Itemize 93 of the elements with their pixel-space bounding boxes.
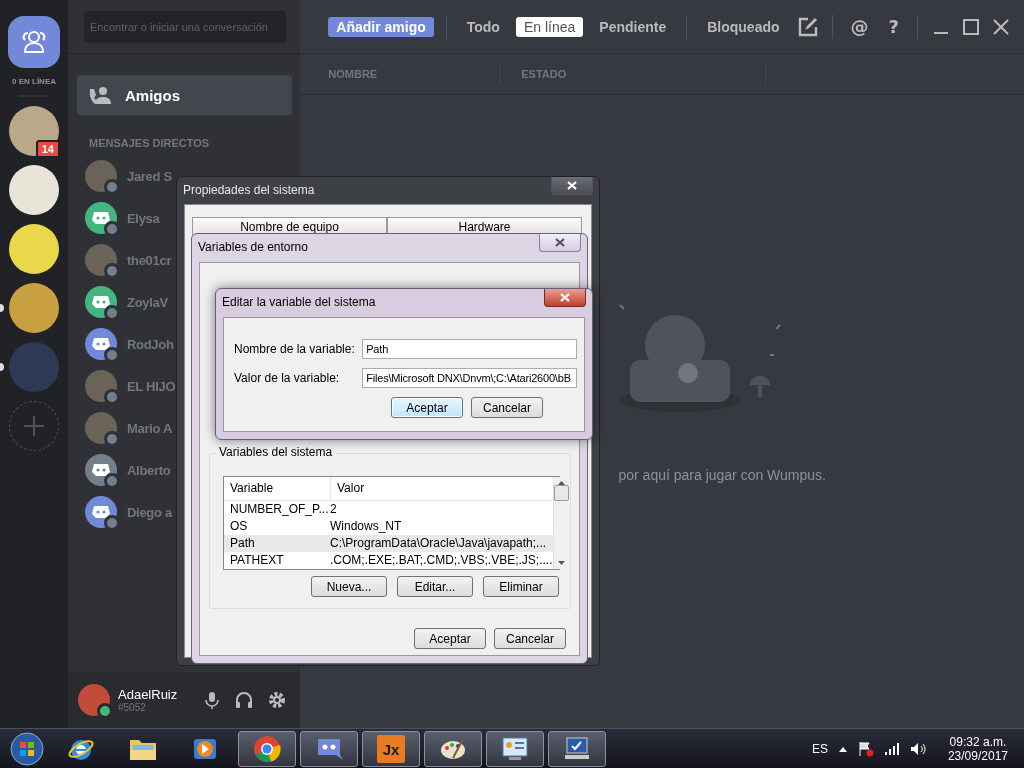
field-label: Nombre de la variable: [234, 342, 356, 356]
taskbar-button[interactable] [238, 731, 296, 767]
avatar [85, 370, 117, 402]
home-button[interactable] [8, 16, 60, 68]
dialog-button[interactable]: Aceptar [391, 397, 463, 418]
status-dot [104, 263, 120, 279]
dialog-button[interactable]: Eliminar [483, 576, 559, 597]
filter-tab[interactable]: Todo [458, 16, 508, 37]
column-header[interactable]: Variable [224, 477, 331, 500]
dialog-button[interactable]: Aceptar [414, 628, 486, 649]
empty-state-text: por aquí para jugar con Wumpus. [618, 467, 826, 483]
round-logo-icon [253, 735, 281, 763]
avatar [85, 412, 117, 444]
friends-icon [89, 86, 111, 104]
chat-logo-icon [91, 211, 111, 225]
user-tag: #5052 [118, 702, 195, 713]
taskbar-button[interactable] [548, 731, 606, 767]
dialog-button[interactable]: Nueva... [311, 576, 387, 597]
input-field[interactable]: Files\Microsoft DNX\Dnvm\;C:\Atari2600\bB [362, 368, 577, 388]
input-field[interactable]: Path [362, 339, 577, 359]
status-dot [104, 179, 120, 195]
close-icon [560, 293, 570, 302]
taskbar-button[interactable]: Jx [362, 731, 420, 767]
close-icon[interactable] [990, 17, 1012, 36]
filter-tab[interactable]: Bloqueado [699, 16, 788, 37]
friends-item[interactable]: Amigos [77, 75, 293, 115]
close-button[interactable] [544, 289, 586, 307]
status-dot [104, 347, 120, 363]
chat-logo-icon [91, 463, 111, 477]
avatar [78, 684, 110, 716]
filter-tab[interactable]: En línea [515, 16, 584, 37]
section-heading: MENSAJES DIRECTOS [89, 137, 211, 149]
header-icon-button[interactable]: @ [844, 16, 875, 37]
palette-icon [439, 736, 467, 762]
plus-icon [24, 416, 44, 436]
play-icon [192, 736, 218, 762]
window-title: Propiedades del sistema [183, 183, 315, 197]
scroll-thumb[interactable] [553, 485, 569, 501]
speaker-icon[interactable] [909, 742, 928, 756]
chat-logo-icon [91, 295, 111, 309]
window-title: Variables de entorno [198, 240, 308, 254]
status-dot [104, 515, 120, 531]
dialog-button[interactable]: Cancelar [494, 628, 566, 649]
chat-bubble-icon [315, 736, 343, 762]
app-logo: Jx [377, 735, 405, 763]
column-header: NOMBRE [300, 64, 501, 84]
window-title: Editar la variable del sistema [222, 295, 376, 309]
control-panel-icon [501, 736, 529, 762]
close-icon [555, 238, 565, 247]
header-icon-button[interactable]: ? [882, 16, 905, 37]
caret-icon[interactable] [837, 745, 848, 753]
signal-icon[interactable] [883, 742, 900, 756]
status-dot [104, 305, 120, 321]
table-row[interactable]: OS Windows_NT [224, 518, 553, 535]
table-row[interactable]: NUMBER_OF_P...2 [224, 501, 553, 518]
dialog-button[interactable]: Editar... [397, 576, 473, 597]
dialog-button[interactable]: Cancelar [471, 397, 543, 418]
avatar [85, 160, 117, 192]
flag-icon[interactable] [857, 741, 874, 757]
windows-logo-icon [10, 732, 44, 766]
filter-tab[interactable]: Pendiente [591, 16, 675, 37]
group-title: Variables del sistema [216, 445, 336, 459]
close-button[interactable] [539, 234, 581, 252]
table-row[interactable]: Path C:\ProgramData\Oracle\Java\javapath;... [224, 535, 553, 552]
status-dot [104, 431, 120, 447]
server-icon[interactable] [9, 165, 59, 215]
scroll-down-icon[interactable] [557, 561, 565, 565]
status-dot [104, 389, 120, 405]
computer-icon [563, 736, 591, 762]
column-header[interactable]: Valor [331, 477, 553, 500]
maximize-icon[interactable] [960, 17, 982, 36]
chat-logo-icon [91, 337, 111, 351]
language-indicator[interactable]: ES [811, 742, 828, 756]
status-dot [104, 221, 120, 237]
status-dot [97, 703, 113, 719]
close-button[interactable] [551, 177, 593, 195]
friends-icon [20, 29, 48, 55]
close-icon [567, 181, 577, 190]
search-field[interactable]: Encontrar o iniciar una conversación [84, 11, 287, 43]
notification-badge: 14 [35, 140, 60, 158]
field-label: Valor de la variable: [234, 371, 341, 385]
server-icon[interactable] [9, 224, 59, 274]
table-row[interactable]: PATHEXT .COM;.EXE;.BAT;.CMD;.VBS;.VBE;.JS;.... [224, 552, 553, 569]
avatar [85, 244, 117, 276]
column-header: ESTADO [500, 64, 767, 84]
chat-logo-icon [91, 505, 111, 519]
clock[interactable]: 09:32 a.m. 23/09/2017 [937, 735, 1018, 763]
taskbar-button[interactable] [424, 731, 482, 767]
server-icon[interactable] [9, 283, 59, 333]
taskbar-button[interactable] [300, 731, 358, 767]
online-count: 0 EN LÍNEA [12, 77, 56, 86]
user-name: AdaelRuiz [118, 687, 179, 702]
taskbar-button[interactable] [486, 731, 544, 767]
